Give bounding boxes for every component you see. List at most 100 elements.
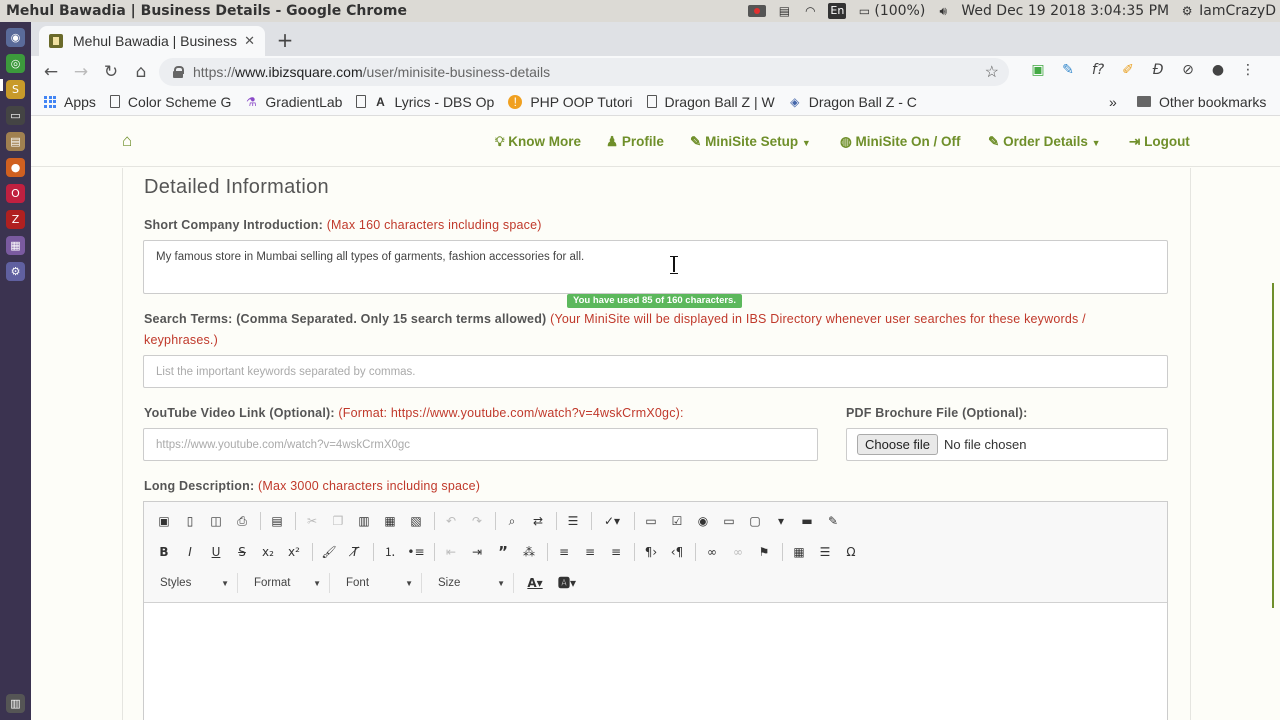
- new-page-icon[interactable]: ▯: [180, 511, 200, 531]
- dash-icon[interactable]: ◉: [6, 28, 25, 47]
- rtl-icon[interactable]: ‹¶: [667, 542, 687, 562]
- clock[interactable]: Wed Dec 19 2018 3:04:35 PM: [961, 3, 1169, 19]
- new-tab-plus-icon[interactable]: +: [275, 28, 295, 52]
- size-dropdown[interactable]: Size ▼: [430, 573, 514, 593]
- terminal-icon[interactable]: ▤: [776, 4, 792, 18]
- bookmark-apps[interactable]: Apps: [44, 94, 96, 110]
- sublime-icon[interactable]: S: [6, 80, 25, 99]
- underline-icon[interactable]: U: [206, 542, 226, 562]
- profile-avatar-icon[interactable]: ●: [1208, 60, 1228, 80]
- nav-minisite-onoff[interactable]: ◍ MiniSite On / Off: [840, 134, 961, 150]
- horizontal-rule-icon[interactable]: ☰: [815, 542, 835, 562]
- text-color-icon[interactable]: A▾: [522, 573, 548, 593]
- font-dropdown[interactable]: Font ▼: [338, 573, 422, 593]
- align-center-icon[interactable]: ≡: [580, 542, 600, 562]
- trash-icon[interactable]: ▥: [6, 694, 25, 713]
- volume-icon[interactable]: 🔊︎: [935, 4, 951, 18]
- image-button-icon[interactable]: ✎: [823, 511, 843, 531]
- youtube-input[interactable]: https://www.youtube.com/watch?v=4wskCrmX…: [143, 428, 818, 461]
- nav-logout[interactable]: ⇥ Logout: [1129, 134, 1190, 150]
- spellcheck-icon[interactable]: ✓▾: [598, 511, 626, 531]
- terminal-app-icon[interactable]: ▭: [6, 106, 25, 125]
- align-left-icon[interactable]: ≡: [554, 542, 574, 562]
- select-all-icon[interactable]: ☰: [563, 511, 583, 531]
- replace-icon[interactable]: ⇄: [528, 511, 548, 531]
- settings-gear-icon[interactable]: ⚙: [1179, 4, 1195, 18]
- div-container-icon[interactable]: ⁂: [519, 542, 539, 562]
- button-field-icon[interactable]: ▬: [797, 511, 817, 531]
- strikethrough-icon[interactable]: S: [232, 542, 252, 562]
- bookmark-gradientlab[interactable]: ⚗ GradientLab: [245, 94, 342, 110]
- bold-icon[interactable]: B: [154, 542, 174, 562]
- choose-file-button[interactable]: Choose file: [857, 434, 939, 455]
- preview-icon[interactable]: ◫: [206, 511, 226, 531]
- extension-pencil-icon[interactable]: ✐: [1118, 60, 1138, 80]
- select-field-icon[interactable]: ▾: [771, 511, 791, 531]
- italic-icon[interactable]: I: [180, 542, 200, 562]
- keyboard-layout[interactable]: En: [828, 3, 847, 19]
- page-scrollbar[interactable]: [1272, 283, 1280, 608]
- close-tab-icon[interactable]: ✕: [244, 34, 255, 49]
- outdent-icon[interactable]: ⇤: [441, 542, 461, 562]
- numbered-list-icon[interactable]: ⒈: [380, 542, 400, 562]
- bookmark-lyrics[interactable]: A Lyrics - DBS Op: [356, 94, 494, 110]
- wifi-icon[interactable]: ◠: [802, 4, 818, 18]
- nav-know-more[interactable]: 💡︎ Know More: [495, 134, 581, 150]
- forward-arrow-icon[interactable]: →: [70, 61, 92, 83]
- address-bar[interactable]: https://www.ibizsquare.com/user/minisite…: [159, 58, 1009, 86]
- short-intro-textarea[interactable]: My famous store in Mumbai selling all ty…: [143, 240, 1168, 294]
- app-icon[interactable]: ▦: [6, 236, 25, 255]
- superscript-icon[interactable]: x²: [284, 542, 304, 562]
- find-icon[interactable]: ⌕: [502, 511, 522, 531]
- paste-word-icon[interactable]: ▧: [406, 511, 426, 531]
- templates-icon[interactable]: ▤: [267, 511, 287, 531]
- user-name[interactable]: IamCrazyD: [1199, 3, 1276, 19]
- background-color-icon[interactable]: 🅰︎▾: [554, 573, 580, 593]
- ltr-icon[interactable]: ¶›: [641, 542, 661, 562]
- copy-format-icon[interactable]: 🖌︎: [319, 542, 339, 562]
- checkbox-icon[interactable]: ☑: [667, 511, 687, 531]
- extension-block-icon[interactable]: ⊘: [1178, 60, 1198, 80]
- paste-icon[interactable]: ▥: [354, 511, 374, 531]
- anchor-flag-icon[interactable]: ⚑: [754, 542, 774, 562]
- redo-icon[interactable]: ↷: [467, 511, 487, 531]
- paste-text-icon[interactable]: ▦: [380, 511, 400, 531]
- files-icon[interactable]: ▤: [6, 132, 25, 151]
- firefox-icon[interactable]: ●: [6, 158, 25, 177]
- textfield-icon[interactable]: ▭: [719, 511, 739, 531]
- indent-icon[interactable]: ⇥: [467, 542, 487, 562]
- save-icon[interactable]: ▣: [154, 511, 174, 531]
- battery-icon[interactable]: ▭: [856, 4, 872, 18]
- cut-icon[interactable]: ✂: [302, 511, 322, 531]
- chrome-icon[interactable]: ◎: [6, 54, 25, 73]
- format-dropdown[interactable]: Format ▼: [246, 573, 330, 593]
- print-icon[interactable]: ⎙: [232, 511, 252, 531]
- editor-content-area[interactable]: [144, 603, 1167, 720]
- bookmark-star-icon[interactable]: ☆: [985, 62, 999, 82]
- extension-badge-icon[interactable]: ▣: [1028, 60, 1048, 80]
- system-settings-icon[interactable]: ⚙: [6, 262, 25, 281]
- textarea-icon[interactable]: ▢: [745, 511, 765, 531]
- bookmark-dbz-1[interactable]: Dragon Ball Z | W: [646, 94, 775, 110]
- nav-order-details[interactable]: ✎ Order Details ▼: [988, 134, 1101, 150]
- search-terms-input[interactable]: List the important keywords separated by…: [143, 355, 1168, 388]
- undo-icon[interactable]: ↶: [441, 511, 461, 531]
- form-icon[interactable]: ▭: [641, 511, 661, 531]
- extension-d-icon[interactable]: Ɖ: [1148, 60, 1168, 80]
- record-icon[interactable]: [748, 5, 767, 17]
- site-home-icon[interactable]: ⌂: [122, 131, 132, 151]
- blockquote-icon[interactable]: ”: [493, 542, 513, 562]
- link-icon[interactable]: ∞: [702, 542, 722, 562]
- bookmarks-overflow-button[interactable]: »: [1109, 94, 1117, 110]
- other-bookmarks[interactable]: Other bookmarks: [1137, 94, 1266, 110]
- browser-tab[interactable]: Mehul Bawadia | Business ✕: [39, 26, 265, 56]
- copy-icon[interactable]: ❐: [328, 511, 348, 531]
- align-right-icon[interactable]: ≡: [606, 542, 626, 562]
- bookmark-php-oop[interactable]: ! PHP OOP Tutori: [508, 94, 633, 110]
- bulleted-list-icon[interactable]: •≡: [406, 542, 426, 562]
- nav-profile[interactable]: ♟ Profile: [606, 134, 664, 150]
- extension-tools-icon[interactable]: ✎: [1058, 60, 1078, 80]
- bookmark-color-scheme[interactable]: Color Scheme G: [109, 94, 231, 110]
- nav-minisite-setup[interactable]: ✎ MiniSite Setup ▼: [690, 134, 811, 150]
- extension-fx-icon[interactable]: f?: [1088, 60, 1108, 80]
